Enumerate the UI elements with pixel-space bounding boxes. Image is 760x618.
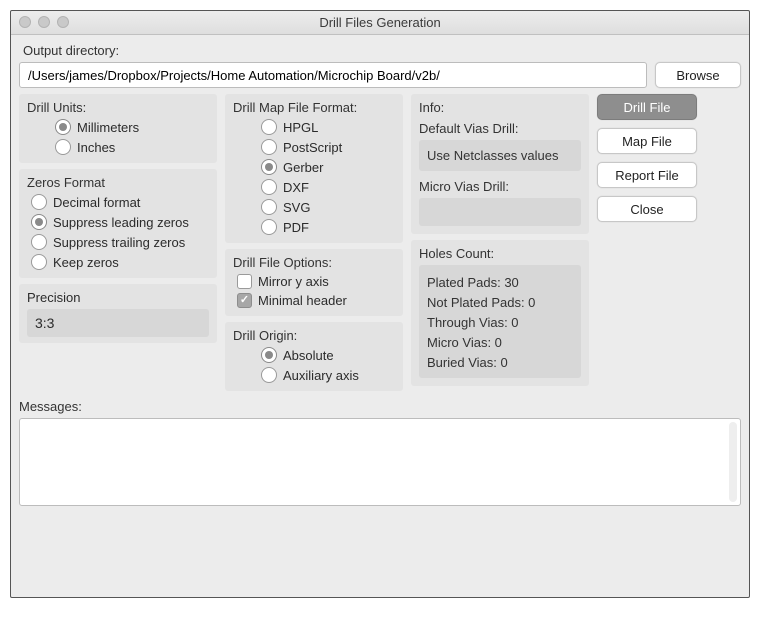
radio-icon: [261, 367, 277, 383]
browse-button[interactable]: Browse: [655, 62, 741, 88]
holes-micro: Micro Vias: 0: [427, 335, 573, 350]
map-hpgl-option[interactable]: HPGL: [237, 119, 395, 135]
checkbox-icon: [237, 293, 252, 308]
zeros-keep-option[interactable]: Keep zeros: [31, 254, 209, 270]
zeros-decimal-option[interactable]: Decimal format: [31, 194, 209, 210]
zeros-suppress-trailing-label: Suppress trailing zeros: [53, 235, 185, 250]
map-svg-label: SVG: [283, 200, 310, 215]
radio-icon: [261, 139, 277, 155]
drill-units-group: Drill Units: Millimeters Inches: [19, 94, 217, 163]
map-hpgl-label: HPGL: [283, 120, 318, 135]
radio-icon: [55, 119, 71, 135]
messages-section: Messages:: [19, 399, 741, 506]
window-title: Drill Files Generation: [319, 15, 440, 30]
minimize-dot-icon[interactable]: [38, 16, 50, 28]
map-format-group: Drill Map File Format: HPGL PostScript G…: [225, 94, 403, 243]
precision-group: Precision 3:3: [19, 284, 217, 343]
zeros-suppress-leading-option[interactable]: Suppress leading zeros: [31, 214, 209, 230]
drill-origin-group: Drill Origin: Absolute Auxiliary axis: [225, 322, 403, 391]
file-options-title: Drill File Options:: [233, 255, 395, 270]
holes-buried: Buried Vias: 0: [427, 355, 573, 370]
origin-absolute-label: Absolute: [283, 348, 334, 363]
mirror-y-axis-checkbox[interactable]: Mirror y axis: [237, 274, 395, 289]
zeros-format-title: Zeros Format: [27, 175, 209, 190]
file-options-group: Drill File Options: Mirror y axis Minima…: [225, 249, 403, 316]
minimal-header-label: Minimal header: [258, 293, 347, 308]
micro-vias-value: [419, 198, 581, 226]
map-postscript-option[interactable]: PostScript: [237, 139, 395, 155]
zeros-suppress-leading-label: Suppress leading zeros: [53, 215, 189, 230]
action-buttons: Drill File Map File Report File Close: [597, 94, 697, 222]
map-format-title: Drill Map File Format:: [233, 100, 395, 115]
info-group: Info: Default Vias Drill: Use Netclasses…: [411, 94, 589, 234]
drill-origin-title: Drill Origin:: [233, 328, 395, 343]
radio-icon: [31, 254, 47, 270]
map-dxf-label: DXF: [283, 180, 309, 195]
mirror-y-axis-label: Mirror y axis: [258, 274, 329, 289]
drill-units-title: Drill Units:: [27, 100, 209, 115]
window-controls: [19, 16, 69, 28]
zeros-suppress-trailing-option[interactable]: Suppress trailing zeros: [31, 234, 209, 250]
origin-auxiliary-label: Auxiliary axis: [283, 368, 359, 383]
radio-icon: [261, 159, 277, 175]
holes-plated: Plated Pads: 30: [427, 275, 573, 290]
radio-icon: [261, 119, 277, 135]
map-pdf-label: PDF: [283, 220, 309, 235]
map-gerber-label: Gerber: [283, 160, 323, 175]
units-inches-option[interactable]: Inches: [31, 139, 209, 155]
origin-absolute-option[interactable]: Absolute: [237, 347, 395, 363]
checkbox-icon: [237, 274, 252, 289]
radio-icon: [31, 214, 47, 230]
map-dxf-option[interactable]: DXF: [237, 179, 395, 195]
info-title: Info:: [419, 100, 581, 115]
radio-icon: [261, 219, 277, 235]
close-dot-icon[interactable]: [19, 16, 31, 28]
precision-value: 3:3: [27, 309, 209, 337]
messages-title: Messages:: [19, 399, 741, 414]
zeros-decimal-label: Decimal format: [53, 195, 140, 210]
holes-count-group: Holes Count: Plated Pads: 30 Not Plated …: [411, 240, 589, 386]
minimal-header-checkbox[interactable]: Minimal header: [237, 293, 395, 308]
holes-through: Through Vias: 0: [427, 315, 573, 330]
radio-icon: [31, 234, 47, 250]
units-millimeters-option[interactable]: Millimeters: [31, 119, 209, 135]
units-inches-label: Inches: [77, 140, 115, 155]
map-pdf-option[interactable]: PDF: [237, 219, 395, 235]
default-vias-value: Use Netclasses values: [419, 140, 581, 171]
map-file-button[interactable]: Map File: [597, 128, 697, 154]
radio-icon: [261, 179, 277, 195]
radio-icon: [261, 347, 277, 363]
radio-icon: [261, 199, 277, 215]
window-frame: Drill Files Generation Output directory:…: [10, 10, 750, 598]
messages-box[interactable]: [19, 418, 741, 506]
micro-vias-label: Micro Vias Drill:: [419, 179, 581, 194]
zeros-format-group: Zeros Format Decimal format Suppress lea…: [19, 169, 217, 278]
origin-auxiliary-option[interactable]: Auxiliary axis: [237, 367, 395, 383]
radio-icon: [55, 139, 71, 155]
close-button[interactable]: Close: [597, 196, 697, 222]
holes-count-title: Holes Count:: [419, 246, 581, 261]
map-gerber-option[interactable]: Gerber: [237, 159, 395, 175]
zeros-keep-label: Keep zeros: [53, 255, 119, 270]
map-svg-option[interactable]: SVG: [237, 199, 395, 215]
output-directory-label: Output directory:: [23, 43, 739, 58]
zoom-dot-icon[interactable]: [57, 16, 69, 28]
output-directory-input[interactable]: [19, 62, 647, 88]
titlebar: Drill Files Generation: [11, 11, 749, 35]
holes-not-plated: Not Plated Pads: 0: [427, 295, 573, 310]
map-postscript-label: PostScript: [283, 140, 342, 155]
precision-title: Precision: [27, 290, 209, 305]
default-vias-label: Default Vias Drill:: [419, 121, 581, 136]
drill-file-button[interactable]: Drill File: [597, 94, 697, 120]
units-millimeters-label: Millimeters: [77, 120, 139, 135]
report-file-button[interactable]: Report File: [597, 162, 697, 188]
radio-icon: [31, 194, 47, 210]
